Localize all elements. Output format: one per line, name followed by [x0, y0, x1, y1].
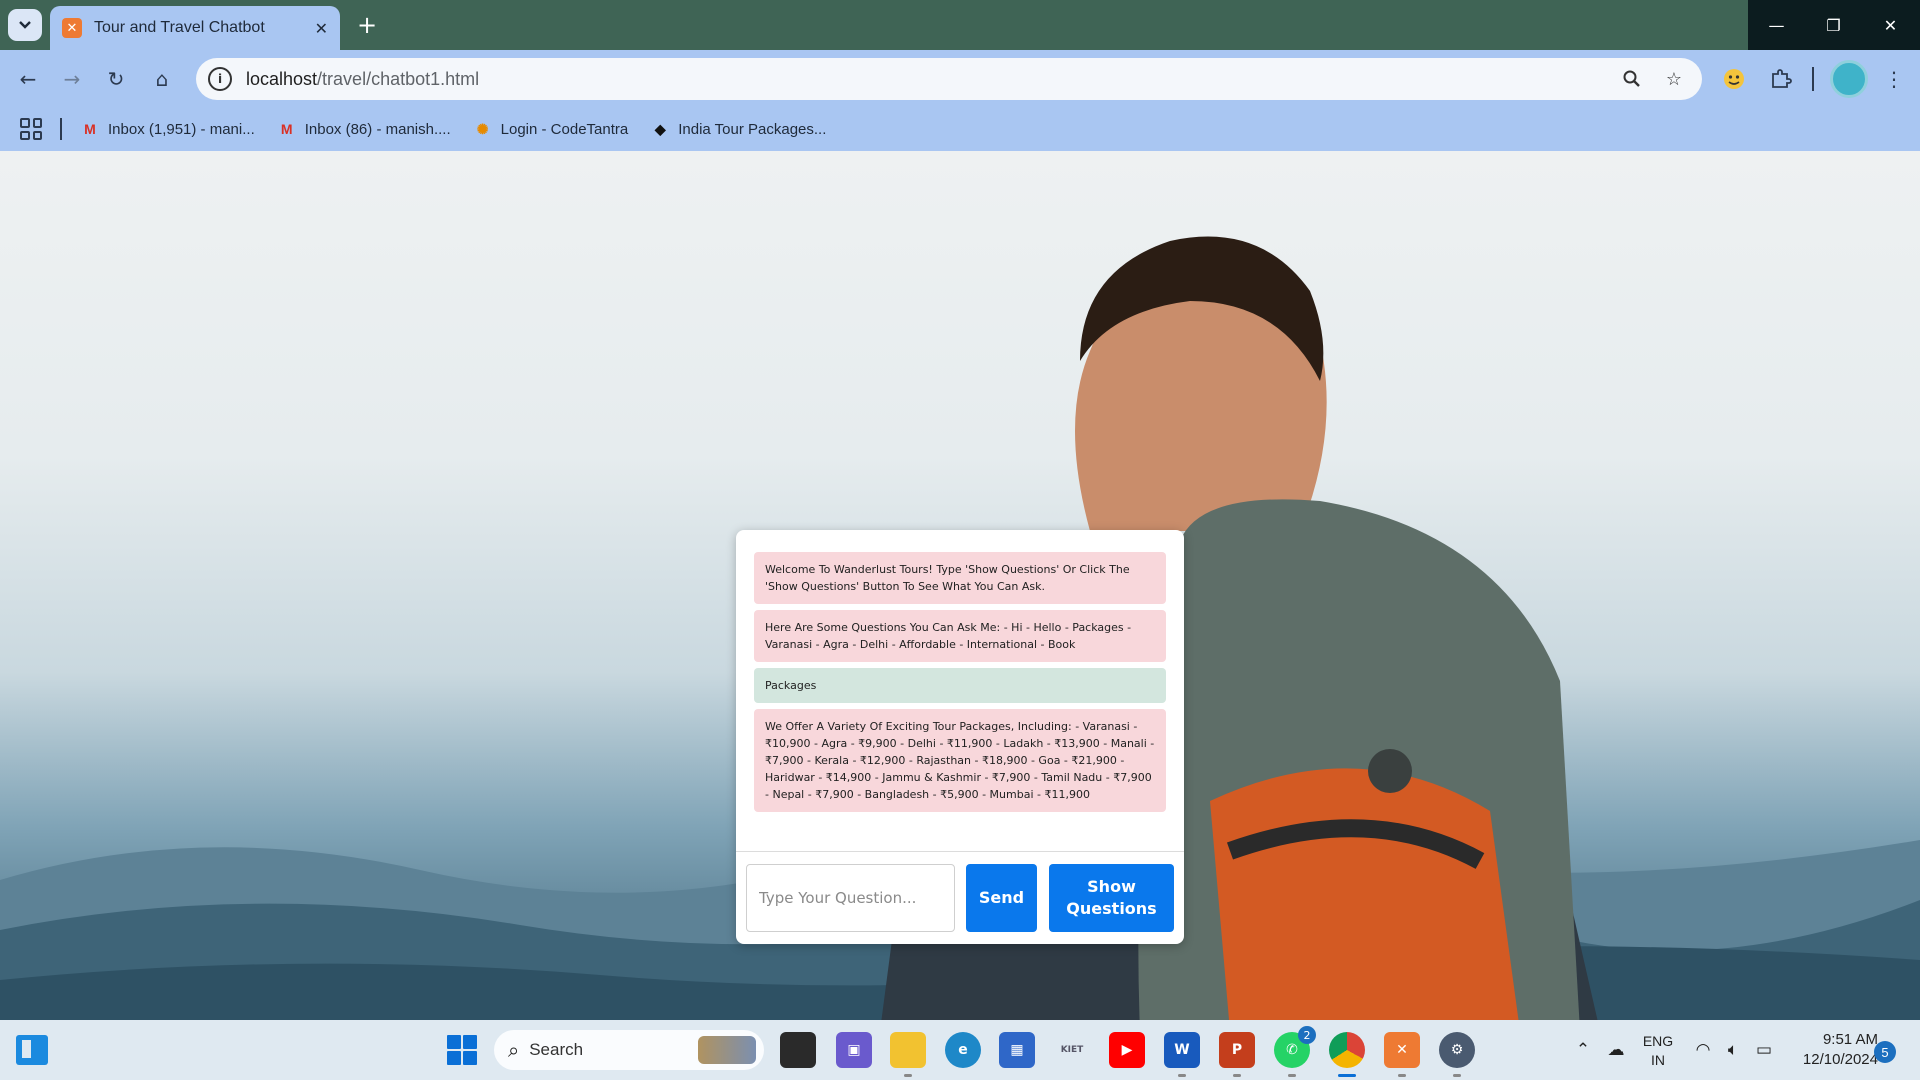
clock-date: 12/10/2024: [1802, 1051, 1878, 1068]
bookmark-label: Inbox (86) - manish....: [304, 120, 451, 138]
menu-kebab-icon[interactable]: ⋮: [1878, 63, 1910, 95]
clock-time: 9:51 AM: [1822, 1031, 1878, 1048]
bookmark-gmail-inbox-2[interactable]: M Inbox (86) - manish....: [277, 121, 451, 138]
powerpoint-icon[interactable]: P: [1219, 1032, 1255, 1077]
clock[interactable]: 9:51 AM 12/10/2024: [1788, 1030, 1878, 1070]
tab-search-button[interactable]: [8, 9, 42, 41]
active-tab[interactable]: ✕ Tour and Travel Chatbot ✕: [50, 6, 340, 50]
page-background: Welcome To Wanderlust Tours! Type 'Show …: [0, 151, 1920, 1020]
taskbar-search-label: Search: [529, 1040, 584, 1059]
edge-browser-icon[interactable]: e: [945, 1032, 981, 1068]
search-icon: ⌕: [508, 1038, 520, 1062]
bot-message: Here Are Some Questions You Can Ask Me: …: [754, 610, 1166, 662]
extensions-puzzle-icon[interactable]: [1765, 63, 1797, 95]
url-path: /travel/chatbot1.html: [317, 68, 480, 89]
question-input[interactable]: [746, 864, 955, 932]
user-message: Packages: [754, 668, 1166, 703]
language-indicator[interactable]: ENG IN: [1640, 1032, 1676, 1070]
whatsapp-icon[interactable]: ✆ 2: [1274, 1026, 1316, 1077]
kiet-app-icon[interactable]: KIET: [1054, 1032, 1090, 1068]
bot-message: Welcome To Wanderlust Tours! Type 'Show …: [754, 552, 1166, 604]
url-text[interactable]: localhost/travel/chatbot1.html: [246, 69, 1606, 90]
apps-grid-icon[interactable]: [20, 118, 42, 140]
toolbar-divider: [1812, 67, 1814, 91]
chevron-down-icon: [19, 21, 31, 29]
battery-icon[interactable]: ▭: [1750, 1030, 1778, 1070]
whatsapp-badge: 2: [1298, 1026, 1316, 1044]
youtube-icon[interactable]: ▶: [1109, 1032, 1145, 1068]
bookmark-label: India Tour Packages...: [678, 120, 827, 138]
microsoft-store-icon[interactable]: ▦: [999, 1032, 1035, 1068]
volume-icon[interactable]: 🔈︎: [1720, 1030, 1746, 1070]
minimize-icon[interactable]: —: [1748, 0, 1805, 50]
teams-chat-icon[interactable]: ▣: [836, 1032, 872, 1068]
address-bar[interactable]: i localhost/travel/chatbot1.html ☆: [196, 58, 1702, 100]
browser-toolbar: ← → ↻ ⌂ i localhost/travel/chatbot1.html…: [0, 50, 1920, 107]
back-icon[interactable]: ←: [12, 63, 44, 95]
bookmark-codetantra[interactable]: ✺ Login - CodeTantra: [473, 120, 629, 138]
show-questions-button[interactable]: Show Questions: [1049, 864, 1174, 932]
tab-close-icon[interactable]: ✕: [315, 19, 328, 38]
language-code: ENG: [1642, 1033, 1674, 1049]
window-controls: — ❐ ✕: [1748, 0, 1920, 50]
zoom-icon[interactable]: [1616, 63, 1648, 95]
chat-input-area: Send Show Questions: [736, 851, 1184, 944]
site-info-icon[interactable]: i: [208, 67, 232, 91]
chevron-up-icon[interactable]: ⌃: [1570, 1030, 1596, 1070]
gmail-icon: M: [84, 121, 96, 137]
url-host: localhost: [246, 68, 318, 89]
taskbar-search-box[interactable]: ⌕ Search: [494, 1030, 764, 1070]
settings-gear-icon[interactable]: ⚙: [1439, 1032, 1475, 1077]
language-region: IN: [1651, 1052, 1665, 1068]
chat-messages: Welcome To Wanderlust Tours! Type 'Show …: [754, 552, 1166, 818]
search-highlight-image: [698, 1036, 756, 1064]
restore-icon[interactable]: ❐: [1805, 0, 1862, 50]
india-map-icon: ◆: [654, 120, 666, 137]
bookmark-label: Login - CodeTantra: [500, 120, 629, 138]
browser-tab-bar: ✕ Tour and Travel Chatbot ✕ + — ❐ ✕: [0, 0, 1920, 50]
emoji-extension-icon[interactable]: [1718, 63, 1750, 95]
onedrive-cloud-icon[interactable]: ☁: [1602, 1030, 1630, 1070]
bookmarks-divider: [60, 118, 62, 140]
task-view-icon[interactable]: [780, 1032, 816, 1068]
word-icon[interactable]: W: [1164, 1032, 1200, 1077]
reload-icon[interactable]: ↻: [100, 63, 132, 95]
bookmark-label: Inbox (1,951) - mani...: [108, 120, 255, 138]
bookmark-star-icon[interactable]: ☆: [1658, 63, 1690, 95]
xampp-favicon-icon: ✕: [62, 18, 82, 38]
home-icon[interactable]: ⌂: [146, 63, 178, 95]
wifi-icon[interactable]: ◠: [1690, 1030, 1716, 1070]
notification-badge[interactable]: 5: [1874, 1041, 1896, 1063]
send-button[interactable]: Send: [966, 864, 1037, 932]
codetantra-icon: ✺: [476, 120, 489, 137]
chatbot-window: Welcome To Wanderlust Tours! Type 'Show …: [736, 530, 1184, 944]
windows-taskbar: ⌕ Search ▣ e ▦ KIET ▶ W P ✆ 2 ✕ ⚙ ⌃ ☁ ENG…: [0, 1020, 1920, 1080]
chrome-icon[interactable]: [1329, 1032, 1365, 1077]
widgets-icon[interactable]: [16, 1035, 48, 1065]
tab-title: Tour and Travel Chatbot: [94, 19, 265, 36]
close-window-icon[interactable]: ✕: [1862, 0, 1919, 50]
start-windows-icon[interactable]: [447, 1035, 477, 1065]
xampp-icon[interactable]: ✕: [1384, 1032, 1420, 1077]
forward-icon[interactable]: →: [56, 63, 88, 95]
bot-message: We Offer A Variety Of Exciting Tour Pack…: [754, 709, 1166, 812]
bookmark-gmail-inbox-1[interactable]: M Inbox (1,951) - mani...: [80, 121, 255, 138]
bookmark-india-tours[interactable]: ◆ India Tour Packages...: [650, 120, 827, 138]
bookmarks-bar: M Inbox (1,951) - mani... M Inbox (86) -…: [0, 107, 1920, 151]
profile-avatar[interactable]: [1830, 60, 1868, 98]
gmail-icon: M: [280, 121, 293, 137]
file-explorer-icon[interactable]: [890, 1032, 926, 1077]
new-tab-button[interactable]: +: [352, 10, 382, 40]
